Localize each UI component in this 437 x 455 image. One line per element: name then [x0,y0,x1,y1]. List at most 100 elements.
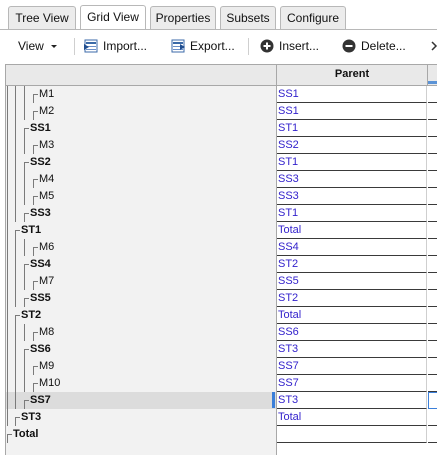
parent-cell[interactable]: ST2 [277,256,427,273]
extra-cell[interactable] [428,307,437,324]
member-name: M3 [39,139,55,151]
tree-row-ss1[interactable]: SS1 [6,120,276,137]
import-button[interactable]: Import... [84,30,147,62]
view-menu-button[interactable]: View [18,30,60,62]
member-name: ST1 [21,224,42,236]
import-icon [84,39,98,53]
tree-row-ss3[interactable]: SS3 [6,205,276,222]
parent-cell[interactable]: SS2 [277,137,427,154]
parent-column-header[interactable]: Parent [277,65,428,86]
parent-cell[interactable]: SS3 [277,171,427,188]
parent-cell[interactable]: SS6 [277,324,427,341]
import-label: Import... [103,39,148,53]
toolbar: View Import... Export... Insert... Delet… [0,30,437,62]
tree-row-m7[interactable]: M7 [6,273,276,290]
tree-row-ss2[interactable]: SS2 [6,154,276,171]
parent-cell[interactable]: Total [277,307,427,324]
parent-cell[interactable]: ST2 [277,290,427,307]
tree-row-ss6[interactable]: SS6 [6,341,276,358]
selected-cell-outline[interactable] [428,392,437,409]
tree-row-m10[interactable]: M10 [6,375,276,392]
parent-cell[interactable]: SS7 [277,375,427,392]
export-label: Export... [190,39,235,53]
member-name: M1 [39,88,55,100]
overflow-icon[interactable] [430,30,437,62]
parent-cell[interactable]: SS4 [277,239,427,256]
member-name: M7 [39,275,55,287]
extra-cell[interactable] [428,290,437,307]
extra-cell[interactable] [428,256,437,273]
parent-cell[interactable]: ST1 [277,154,427,171]
selection-indicator [272,392,275,408]
parent-cell[interactable]: ST3 [277,392,427,409]
member-name: SS4 [30,258,51,270]
tree-row-st2[interactable]: ST2 [6,307,276,324]
tab-tree-view[interactable]: Tree View [8,6,76,29]
delete-label: Delete... [361,39,406,53]
extra-cell[interactable] [428,341,437,358]
parent-cell[interactable]: Total [277,409,427,426]
tree-row-m3[interactable]: M3 [6,137,276,154]
view-label: View [18,39,44,53]
extra-cell[interactable] [428,239,437,256]
member-name: M5 [39,190,55,202]
tree-row-m1[interactable]: M1 [6,86,276,103]
extra-cell[interactable] [428,86,437,103]
extra-cell[interactable] [428,358,437,375]
extra-cell[interactable] [428,188,437,205]
parent-cell[interactable]: SS1 [277,103,427,120]
member-name: SS1 [30,122,51,134]
parent-cell[interactable] [277,426,427,443]
tab-configure[interactable]: Configure [280,6,346,29]
member-name: SS3 [30,207,51,219]
tree-row-st3[interactable]: ST3 [6,409,276,426]
tree-row-ss4[interactable]: SS4 [6,256,276,273]
extra-cell[interactable] [428,205,437,222]
extra-cell[interactable] [428,103,437,120]
parent-cell[interactable]: Total [277,222,427,239]
parent-cell[interactable]: SS5 [277,273,427,290]
tree-row-m9[interactable]: M9 [6,358,276,375]
parent-cell[interactable]: SS7 [277,358,427,375]
extra-cell[interactable] [428,137,437,154]
tree-row-m5[interactable]: M5 [6,188,276,205]
toolbar-separator [74,38,75,55]
member-name: M4 [39,173,55,185]
parent-cell[interactable]: ST1 [277,205,427,222]
tab-bar: Tree View Grid View Properties Subsets C… [0,0,437,30]
extra-cell[interactable] [428,154,437,171]
tree-row-m4[interactable]: M4 [6,171,276,188]
member-name: SS6 [30,343,51,355]
extra-cell[interactable] [428,426,437,443]
tab-subsets[interactable]: Subsets [220,6,276,29]
delete-button[interactable]: Delete... [342,30,406,62]
tree-row-m8[interactable]: M8 [6,324,276,341]
chevron-down-icon [50,45,57,48]
tree-row-total[interactable]: Total [6,426,276,443]
parent-cell[interactable]: SS3 [277,188,427,205]
plus-circle-icon [260,39,274,53]
tree-row-st1[interactable]: ST1 [6,222,276,239]
extra-cell[interactable] [428,324,437,341]
tab-properties[interactable]: Properties [150,6,216,29]
extra-cell[interactable] [428,375,437,392]
member-name: M8 [39,326,55,338]
extra-cell[interactable] [428,222,437,239]
tree-row-m2[interactable]: M2 [6,103,276,120]
parent-cell[interactable]: ST1 [277,120,427,137]
tab-grid-view[interactable]: Grid View [80,5,146,30]
member-name: SS5 [30,292,51,304]
extra-cell[interactable] [428,171,437,188]
extra-cell[interactable] [428,120,437,137]
tree-row-m6[interactable]: M6 [6,239,276,256]
tree-row-ss5[interactable]: SS5 [6,290,276,307]
extra-cell[interactable] [428,273,437,290]
member-grid: Parent M1 SS1 M2 SS1 SS1 ST1 M3 SS2 SS2 ST1 M4 SS3 M… [5,64,437,455]
export-button[interactable]: Export... [171,30,235,62]
parent-cell[interactable]: ST3 [277,341,427,358]
extra-cell[interactable] [428,409,437,426]
insert-button[interactable]: Insert... [260,30,319,62]
tree-row-ss7[interactable]: SS7 [6,392,276,409]
row-header-corner [6,65,277,86]
parent-cell[interactable]: SS1 [277,86,427,103]
